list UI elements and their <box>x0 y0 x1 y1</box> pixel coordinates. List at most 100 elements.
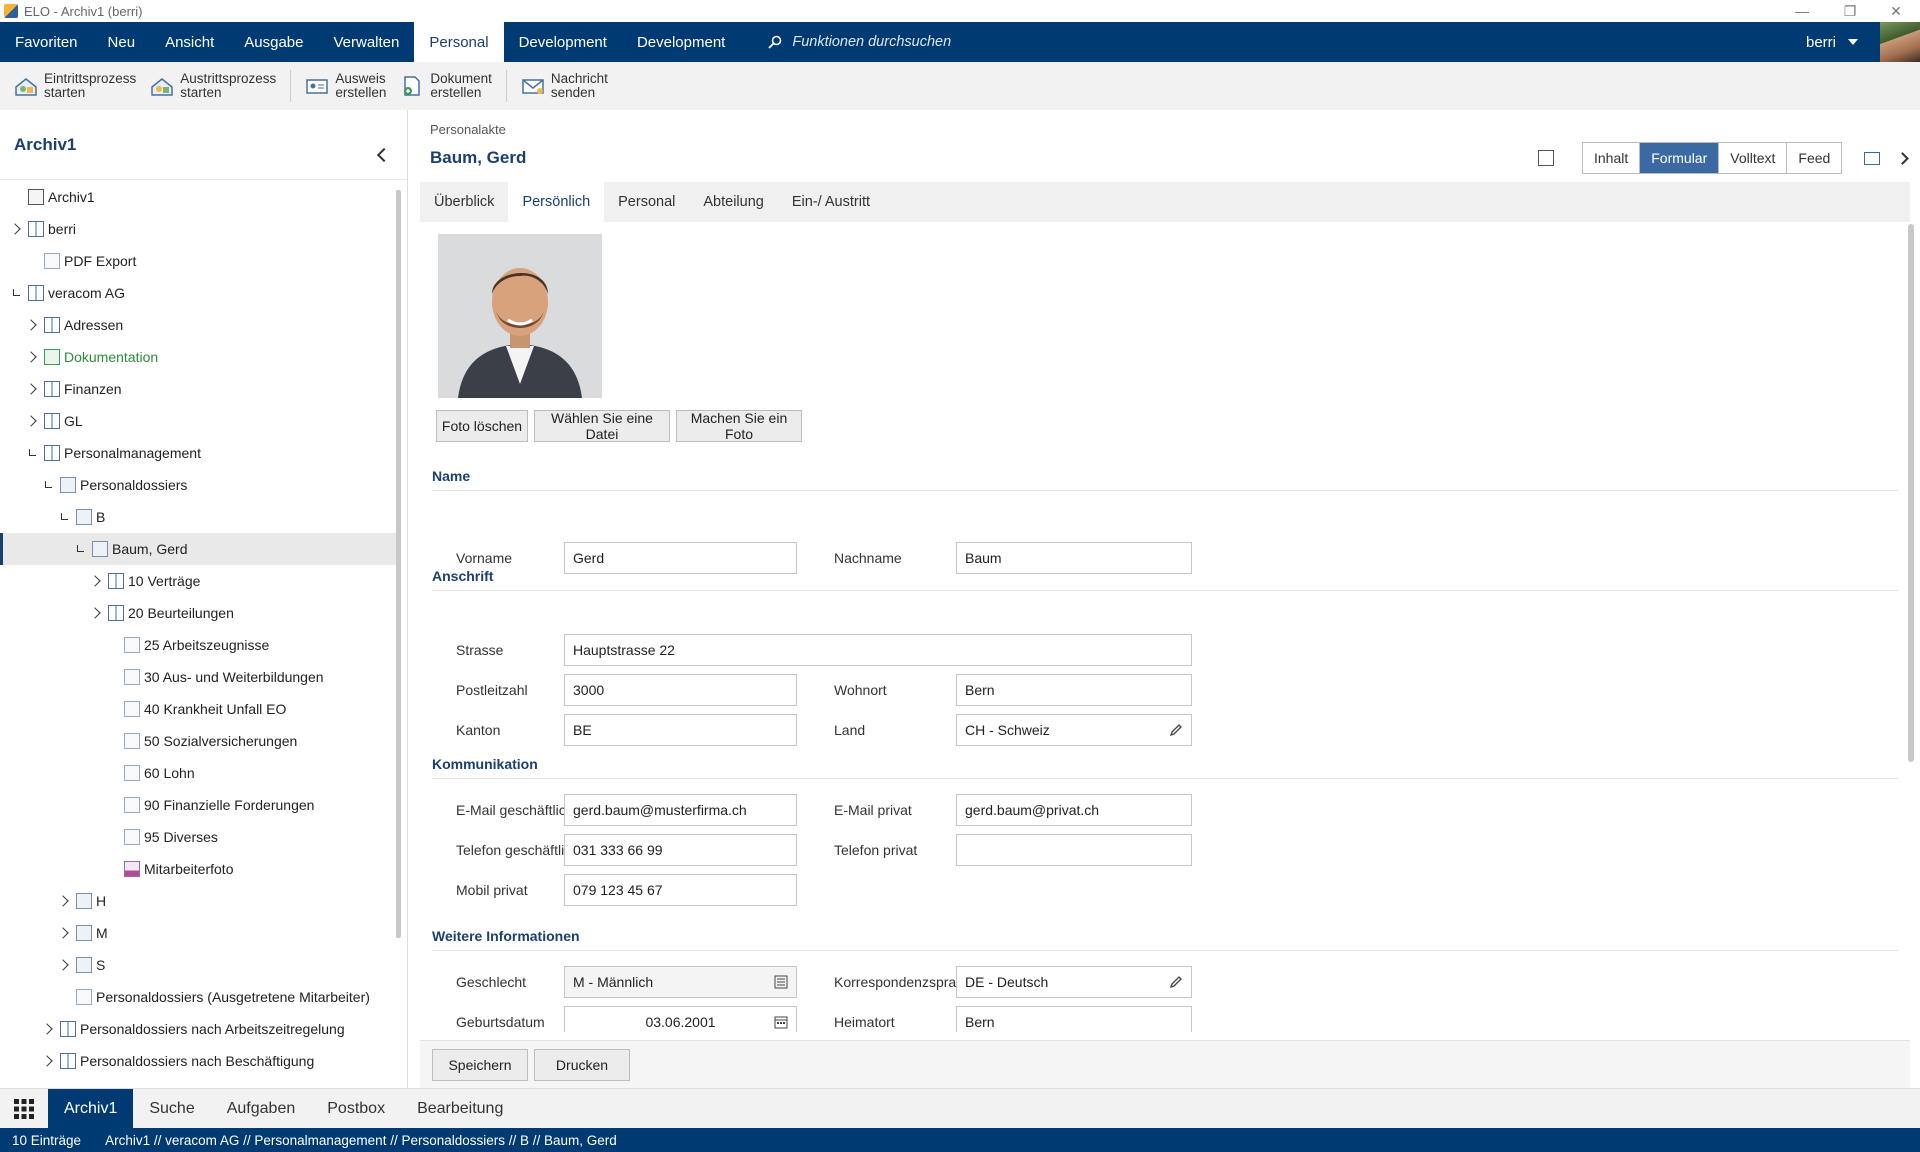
view-tab-inhalt[interactable]: Inhalt <box>1583 143 1641 173</box>
tree-item[interactable]: 95 Diverses <box>0 821 396 853</box>
tree-item[interactable]: Personaldossiers nach Beschäftigung <box>0 1045 396 1077</box>
chevron-right-icon[interactable] <box>56 925 72 941</box>
list-icon[interactable] <box>774 975 788 989</box>
panel-layout-icon[interactable] <box>1864 152 1880 165</box>
nav-tab-suche[interactable]: Suche <box>133 1089 210 1128</box>
delete-photo-button[interactable]: Foto löschen <box>436 410 528 442</box>
birthdate-field[interactable]: 03.06.2001 <box>564 1006 797 1032</box>
hometown-field[interactable]: Bern <box>956 1006 1192 1032</box>
menu-neu[interactable]: Neu <box>93 22 151 62</box>
view-tab-feed[interactable]: Feed <box>1787 143 1842 173</box>
phone-private-field[interactable] <box>956 834 1192 866</box>
tree-item[interactable]: berri <box>0 213 396 245</box>
menu-verwalten[interactable]: Verwalten <box>318 22 414 62</box>
tab-ueberblick[interactable]: Überblick <box>420 182 508 222</box>
tree-item[interactable]: 20 Beurteilungen <box>0 597 396 629</box>
tree-item[interactable]: PDF Export <box>0 245 396 277</box>
tree-item[interactable]: 60 Lohn <box>0 757 396 789</box>
close-icon[interactable]: ✕ <box>1876 0 1916 22</box>
tree-item[interactable]: S <box>0 949 396 981</box>
chevron-right-icon[interactable] <box>88 605 104 621</box>
menu-development-2[interactable]: Development <box>622 22 740 62</box>
gender-field[interactable]: M - Männlich <box>564 966 797 998</box>
view-tab-formular[interactable]: Formular <box>1640 143 1720 173</box>
tree-scrollbar[interactable] <box>396 190 401 938</box>
tree-item[interactable]: Finanzen <box>0 373 396 405</box>
create-id-card-button[interactable]: Ausweis erstellen <box>305 72 386 100</box>
chevron-right-icon[interactable] <box>56 957 72 973</box>
chevron-right-icon[interactable] <box>88 573 104 589</box>
land-field[interactable]: CH - Schweiz <box>956 714 1192 746</box>
chevron-right-icon[interactable] <box>40 1053 56 1069</box>
take-photo-button[interactable]: Machen Sie ein Foto <box>676 410 802 442</box>
restore-icon[interactable]: ❐ <box>1830 0 1870 22</box>
tree-item[interactable]: 40 Krankheit Unfall EO <box>0 693 396 725</box>
tree-item[interactable]: H <box>0 885 396 917</box>
tree-item[interactable]: Personalmanagement <box>0 437 396 469</box>
form-scrollbar[interactable] <box>1908 224 1914 762</box>
tree-item[interactable]: Baum, Gerd <box>0 533 396 565</box>
tree-item[interactable]: 50 Sozialversicherungen <box>0 725 396 757</box>
postleitzahl-field[interactable]: 3000 <box>564 674 797 706</box>
chevron-right-icon[interactable] <box>1896 152 1909 165</box>
chevron-right-icon[interactable] <box>24 413 40 429</box>
calendar-icon[interactable] <box>774 1015 788 1029</box>
tab-personal[interactable]: Personal <box>604 182 689 222</box>
app-grid-icon[interactable] <box>0 1089 48 1128</box>
tree-item[interactable]: B <box>0 501 396 533</box>
start-entry-process-button[interactable]: Eintrittsprozess starten <box>14 72 136 100</box>
print-button[interactable]: Drucken <box>534 1049 630 1081</box>
tree-item[interactable]: Adressen <box>0 309 396 341</box>
tree-item[interactable]: 25 Arbeitszeugnisse <box>0 629 396 661</box>
chevron-right-icon[interactable] <box>24 349 40 365</box>
chevron-right-icon[interactable] <box>8 221 24 237</box>
nav-tab-bearbeitung[interactable]: Bearbeitung <box>401 1089 519 1128</box>
start-exit-process-button[interactable]: Austrittsprozess starten <box>150 72 276 100</box>
tab-abteilung[interactable]: Abteilung <box>689 182 777 222</box>
collapse-corner-icon[interactable] <box>56 509 72 525</box>
tree-item[interactable]: Dokumentation <box>0 341 396 373</box>
avatar[interactable] <box>1880 22 1920 62</box>
document-info-icon[interactable] <box>1538 150 1554 166</box>
nav-tab-archiv[interactable]: Archiv1 <box>48 1089 134 1128</box>
tree-item[interactable]: veracom AG <box>0 277 396 309</box>
collapse-corner-icon[interactable] <box>24 445 40 461</box>
menu-personal[interactable]: Personal <box>414 22 504 62</box>
chevron-right-icon[interactable] <box>24 381 40 397</box>
menu-favoriten[interactable]: Favoriten <box>0 22 93 62</box>
tree-item[interactable]: 10 Verträge <box>0 565 396 597</box>
tab-ein-austritt[interactable]: Ein-/ Austritt <box>778 182 884 222</box>
chevron-right-icon[interactable] <box>40 1021 56 1037</box>
chevron-right-icon[interactable] <box>56 893 72 909</box>
tree-item[interactable]: Personaldossiers <box>0 469 396 501</box>
menu-ansicht[interactable]: Ansicht <box>150 22 229 62</box>
create-document-button[interactable]: Dokument erstellen <box>400 72 492 100</box>
minimize-icon[interactable]: — <box>1782 0 1822 22</box>
tree-item[interactable]: 90 Finanzielle Forderungen <box>0 789 396 821</box>
nav-tab-aufgaben[interactable]: Aufgaben <box>211 1089 312 1128</box>
email-private-field[interactable]: gerd.baum@privat.ch <box>956 794 1192 826</box>
collapse-corner-icon[interactable] <box>72 541 88 557</box>
tree-item[interactable]: M <box>0 917 396 949</box>
save-button[interactable]: Speichern <box>432 1049 528 1081</box>
tree-item[interactable]: Archiv1 <box>0 181 396 213</box>
nav-tab-postbox[interactable]: Postbox <box>311 1089 401 1128</box>
wohnort-field[interactable]: Bern <box>956 674 1192 706</box>
strasse-field[interactable]: Hauptstrasse 22 <box>564 634 1192 666</box>
tree-item[interactable]: 30 Aus- und Weiterbildungen <box>0 661 396 693</box>
language-field[interactable]: DE - Deutsch <box>956 966 1192 998</box>
send-message-button[interactable]: Nachricht senden <box>521 72 608 100</box>
menu-ausgabe[interactable]: Ausgabe <box>229 22 318 62</box>
user-menu[interactable]: berri <box>1806 22 1858 62</box>
view-tab-volltext[interactable]: Volltext <box>1719 143 1788 173</box>
edit-pencil-icon[interactable] <box>1169 975 1183 989</box>
mobile-field[interactable]: 079 123 45 67 <box>564 874 797 906</box>
function-search[interactable]: Funktionen durchsuchen <box>740 22 951 62</box>
phone-business-field[interactable]: 031 333 66 99 <box>564 834 797 866</box>
tree-item[interactable]: Personaldossiers nach Arbeitszeitregelun… <box>0 1013 396 1045</box>
menu-development-1[interactable]: Development <box>504 22 622 62</box>
collapse-corner-icon[interactable] <box>8 285 24 301</box>
tree-item[interactable]: Personaldossiers (Ausgetretene Mitarbeit… <box>0 981 396 1013</box>
tree-item[interactable]: GL <box>0 405 396 437</box>
edit-pencil-icon[interactable] <box>1169 723 1183 737</box>
